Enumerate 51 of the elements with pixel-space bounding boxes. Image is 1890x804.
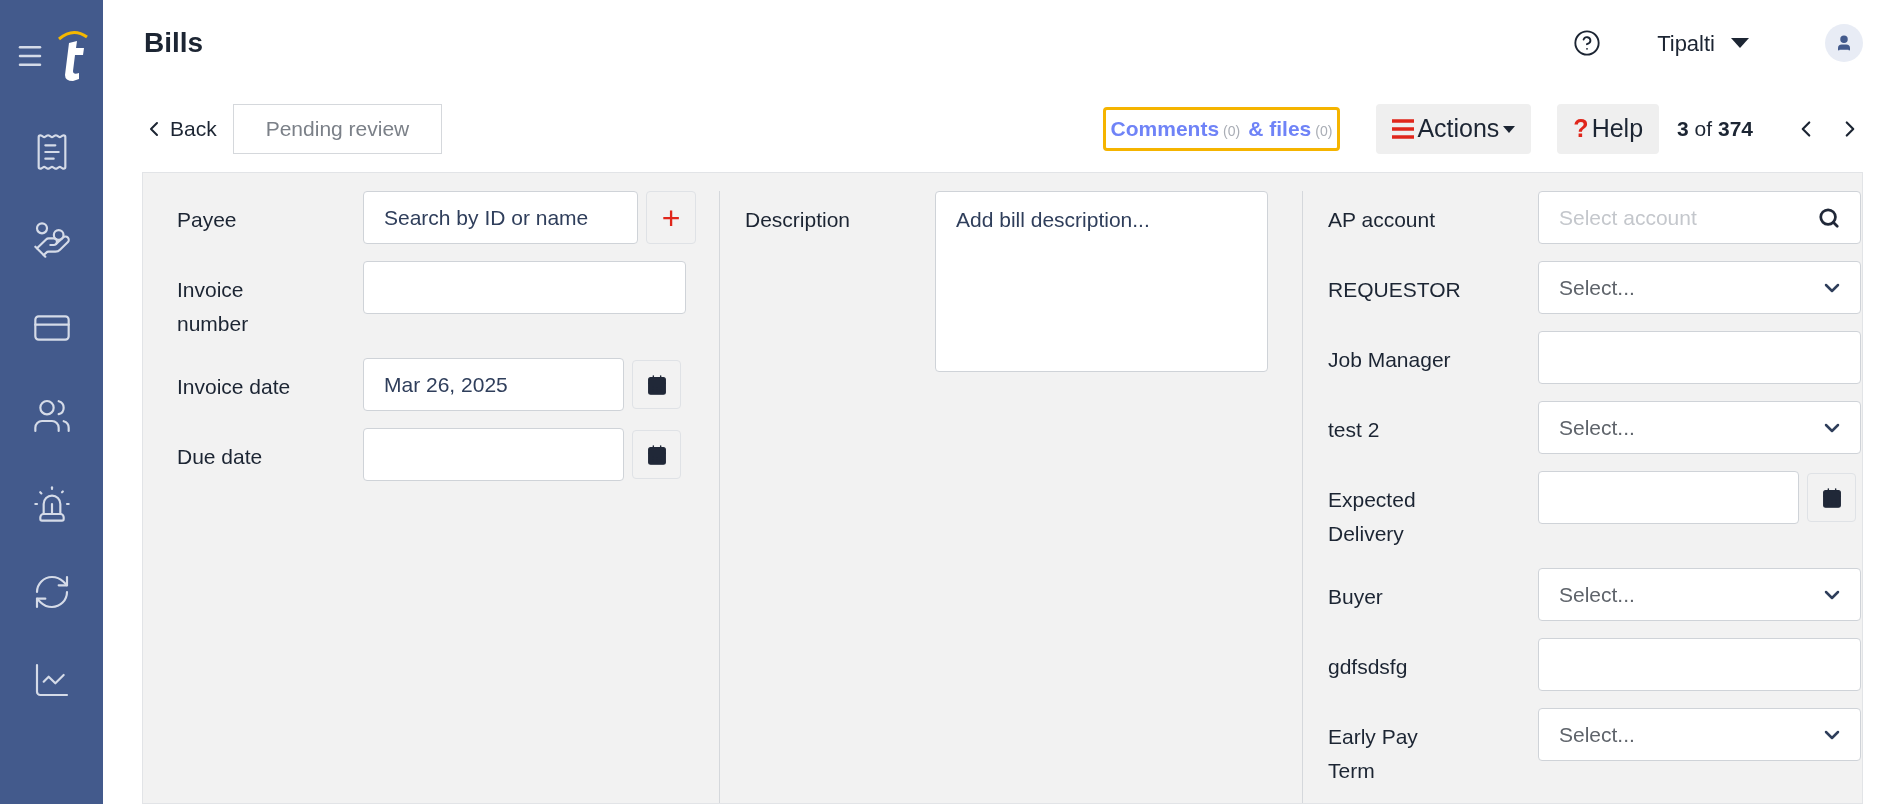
account-search-field[interactable]: Select account xyxy=(1538,191,1861,244)
field-label: AP account xyxy=(1328,207,1436,233)
user-icon xyxy=(1835,34,1853,52)
field-label: Early Pay Term xyxy=(1328,724,1419,784)
back-link[interactable]: Back xyxy=(142,113,217,145)
calendar-button[interactable] xyxy=(632,430,681,479)
actions-button[interactable]: Actions xyxy=(1376,104,1532,154)
help-icon[interactable] xyxy=(1573,29,1602,57)
select-dropdown[interactable]: Select... xyxy=(1538,568,1861,621)
status-badge: Pending review xyxy=(232,104,443,154)
user-menu[interactable]: Tipalti xyxy=(1657,26,1749,60)
date-field[interactable] xyxy=(1538,471,1799,524)
avatar[interactable] xyxy=(1825,24,1863,62)
field-label: Due date xyxy=(177,444,263,470)
field-label: Buyer xyxy=(1328,584,1383,610)
field-label: Description xyxy=(745,207,851,233)
menu-icon xyxy=(1392,119,1415,139)
field-label: Expected Delivery xyxy=(1328,487,1417,547)
calendar-icon xyxy=(645,373,668,396)
date-field[interactable]: Mar 26, 2025 xyxy=(363,358,624,411)
select-dropdown[interactable]: Select... xyxy=(1538,261,1861,314)
search-icon xyxy=(1818,206,1840,229)
field-label: Job Manager xyxy=(1328,347,1451,373)
select-dropdown[interactable]: Select... xyxy=(1538,401,1861,454)
logo-icon xyxy=(56,29,89,83)
text-field[interactable] xyxy=(1538,331,1861,384)
pager-text: 3 of 374 xyxy=(1677,116,1753,143)
calendar-button[interactable] xyxy=(1807,473,1856,522)
field-label: Payee xyxy=(177,207,237,233)
help-button[interactable]: ?Help xyxy=(1557,104,1660,154)
date-field[interactable] xyxy=(363,428,624,481)
caret-icon xyxy=(1731,38,1749,48)
text-field[interactable] xyxy=(363,261,686,314)
siren-icon[interactable] xyxy=(31,484,72,524)
field-label: Invoice number xyxy=(177,277,250,337)
select-dropdown[interactable]: Select... xyxy=(1538,708,1861,761)
calendar-icon xyxy=(645,443,668,466)
comments-files-button[interactable]: Comments (0) & files (0) xyxy=(1102,107,1341,151)
calendar-button[interactable] xyxy=(632,360,681,409)
field-label: test 2 xyxy=(1328,417,1380,443)
calendar-icon xyxy=(1820,486,1843,509)
payee-search-field[interactable]: Search by ID or name xyxy=(363,191,638,244)
add-payee-button[interactable]: + xyxy=(646,191,696,244)
page-title: Bills xyxy=(144,26,204,60)
caret-icon xyxy=(1503,125,1516,133)
field-label: REQUESTOR xyxy=(1328,277,1461,303)
account-input[interactable]: Select account xyxy=(1559,201,1779,234)
field-label: Invoice date xyxy=(177,374,291,400)
description-field[interactable]: Add bill description... xyxy=(935,191,1268,372)
text-field[interactable] xyxy=(1538,638,1861,691)
field-label: gdfsdsfg xyxy=(1328,654,1408,680)
